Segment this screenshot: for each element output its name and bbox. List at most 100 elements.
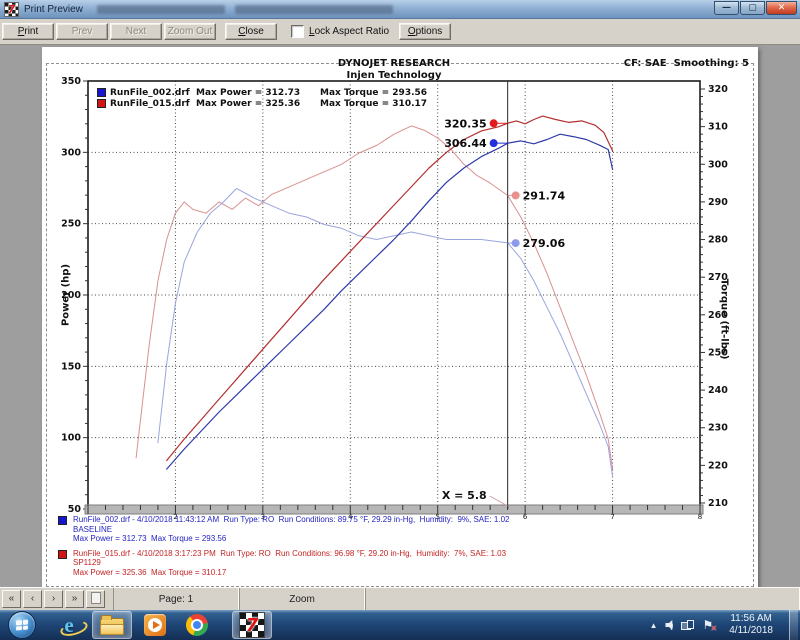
legend-file: RunFile_002.drf (110, 88, 196, 98)
nav-last-button[interactable]: » (65, 590, 84, 608)
prev-button[interactable]: Prev (56, 23, 108, 40)
action-center-icon[interactable]: ⚑✕ (702, 619, 713, 631)
toolbar: Print Prev Next Zoom Out Close Lock Aspe… (0, 19, 800, 45)
internet-explorer-icon: e (64, 614, 73, 636)
taskbar: e 7 ▲ ) ⚑✕ 11:56 AM 4/11/2018 (0, 610, 800, 640)
svg-text:230: 230 (708, 423, 728, 434)
start-button[interactable] (8, 611, 36, 639)
app-icon: 7 (4, 2, 19, 17)
next-button[interactable]: Next (110, 23, 162, 40)
legend-color-swatch (97, 88, 106, 97)
media-player-icon (144, 614, 166, 636)
svg-text:150: 150 (61, 361, 81, 372)
annotation-line1: RunFile_002.drf - 4/10/2018 11:43:12 AM … (73, 515, 509, 525)
windows-flag-icon (16, 619, 28, 630)
hidden-icons-button[interactable]: ▲ (650, 621, 658, 630)
svg-text:290: 290 (708, 197, 728, 208)
screen: 7 Print Preview — ▢ ✕ Print Prev Next Zo… (0, 0, 800, 640)
annotation-line2: SP1129 (73, 558, 506, 568)
svg-text:279.06: 279.06 (523, 237, 566, 250)
legend-file: RunFile_015.drf (110, 99, 196, 109)
taskbar-item-media-player[interactable] (136, 612, 174, 638)
clock-time: 11:56 AM (729, 613, 773, 625)
taskbar-item-winpep7[interactable]: 7 (232, 611, 272, 639)
svg-text:300: 300 (61, 147, 81, 158)
nav-next-button[interactable]: › (44, 590, 63, 608)
nav-prev-button[interactable]: ‹ (23, 590, 42, 608)
annotation-line2: BASELINE (73, 525, 509, 535)
svg-text:240: 240 (708, 385, 728, 396)
chart-legend: RunFile_002.drf Max Power = 312.73 Max T… (97, 87, 427, 109)
legend-row: RunFile_002.drf Max Power = 312.73 Max T… (97, 87, 427, 98)
svg-text:50: 50 (68, 504, 82, 515)
svg-text:100: 100 (61, 433, 81, 444)
statusbar-zoom: Zoom (239, 588, 365, 610)
close-preview-button[interactable]: Close (225, 23, 277, 40)
preview-page: DYNOJET RESEARCH Injen Technology CF: SA… (42, 47, 758, 587)
svg-text:250: 250 (61, 219, 81, 230)
print-button[interactable]: Print (2, 23, 54, 40)
annotation-color-swatch (58, 550, 67, 559)
svg-text:320.35: 320.35 (444, 117, 486, 130)
svg-text:320: 320 (708, 84, 728, 95)
minimize-button[interactable]: — (714, 1, 739, 15)
svg-text:210: 210 (708, 498, 728, 509)
annotation-line3: Max Power = 325.36 Max Torque = 310.17 (73, 568, 506, 578)
svg-text:6: 6 (523, 513, 528, 521)
svg-text:350: 350 (61, 76, 81, 87)
action-center-alert: ✕ (711, 624, 718, 633)
chart-svg: 5010015020025030035021022023024025026027… (42, 47, 758, 587)
checkbox-box[interactable] (291, 25, 304, 38)
svg-text:220: 220 (708, 460, 728, 471)
svg-text:7: 7 (610, 513, 614, 521)
blurred-document-title (97, 5, 225, 14)
page-setup-button[interactable] (86, 590, 105, 608)
close-button[interactable]: ✕ (766, 1, 797, 15)
annotation-color-swatch (58, 516, 67, 525)
statusbar: « ‹ › » Page: 1 Zoom (0, 587, 800, 610)
lock-aspect-ratio-checkbox[interactable]: Lock Aspect Ratio (291, 25, 389, 38)
winpep7-icon: 7 (239, 612, 265, 638)
system-tray: ▲ ) ⚑✕ 11:56 AM 4/11/2018 (650, 610, 800, 640)
run-annotations: RunFile_002.drf - 4/10/2018 11:43:12 AM … (58, 515, 509, 582)
print-preview-window: 7 Print Preview — ▢ ✕ Print Prev Next Zo… (0, 0, 800, 610)
annotation-row: RunFile_002.drf - 4/10/2018 11:43:12 AM … (58, 515, 509, 544)
svg-text:280: 280 (708, 235, 728, 246)
torque-axis-title: Torque (ft-lbs) (719, 279, 730, 360)
annotation-line3: Max Power = 312.73 Max Torque = 293.56 (73, 534, 509, 544)
legend-max-power: Max Power = 312.73 (196, 88, 320, 98)
network-icon[interactable] (681, 620, 694, 630)
svg-text:291.74: 291.74 (523, 189, 566, 202)
window-title: Print Preview (24, 4, 83, 15)
window-controls: — ▢ ✕ (714, 1, 797, 15)
options-button[interactable]: Options (399, 23, 451, 40)
legend-max-torque: Max Torque = 310.17 (320, 99, 427, 109)
legend-row: RunFile_015.drf Max Power = 325.36 Max T… (97, 98, 427, 109)
annotation-line1: RunFile_015.drf - 4/10/2018 3:17:23 PM R… (73, 549, 506, 559)
page-icon (91, 592, 101, 604)
taskbar-item-chrome[interactable] (178, 612, 216, 638)
nav-first-button[interactable]: « (2, 590, 21, 608)
taskbar-item-windows-explorer[interactable] (92, 611, 132, 639)
svg-text:X = 5.8: X = 5.8 (442, 489, 487, 502)
titlebar: 7 Print Preview — ▢ ✕ (0, 0, 800, 19)
folder-icon (100, 618, 124, 635)
lock-aspect-ratio-label: Lock Aspect Ratio (309, 26, 389, 37)
legend-max-torque: Max Torque = 293.56 (320, 88, 427, 98)
svg-text:306.44: 306.44 (444, 137, 487, 150)
statusbar-filler (365, 588, 800, 610)
preview-area: DYNOJET RESEARCH Injen Technology CF: SA… (0, 45, 800, 587)
legend-max-power: Max Power = 325.36 (196, 99, 320, 109)
chrome-icon (186, 614, 208, 636)
volume-icon[interactable]: ) (665, 620, 673, 631)
power-axis-title: Power (hp) (61, 264, 72, 326)
svg-text:310: 310 (708, 122, 728, 133)
taskbar-item-internet-explorer[interactable]: e (50, 612, 88, 638)
show-desktop-button[interactable] (789, 610, 798, 640)
statusbar-page: Page: 1 (113, 588, 239, 610)
zoom-out-button[interactable]: Zoom Out (164, 23, 216, 40)
maximize-button[interactable]: ▢ (740, 1, 765, 15)
clock-date: 4/11/2018 (729, 625, 773, 637)
svg-text:300: 300 (708, 159, 728, 170)
clock[interactable]: 11:56 AM 4/11/2018 (721, 613, 781, 637)
